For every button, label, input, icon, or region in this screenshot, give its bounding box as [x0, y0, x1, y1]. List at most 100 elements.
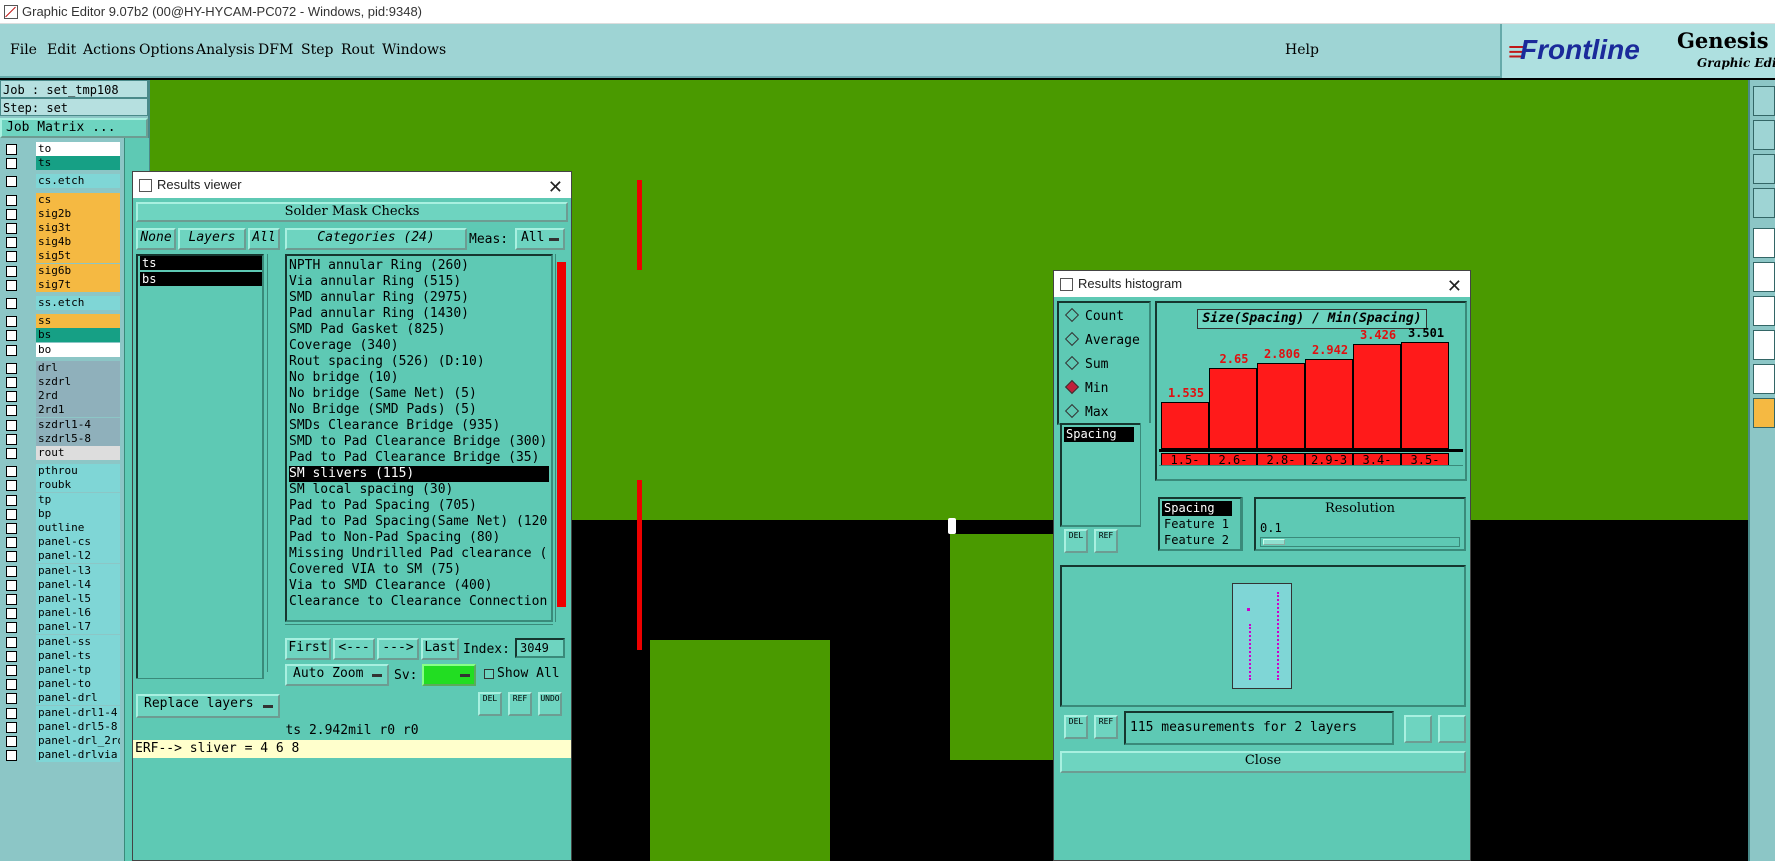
layer-checkbox[interactable]	[6, 508, 17, 520]
layer-row[interactable]: panel-cs	[2, 535, 120, 550]
layer-row[interactable]: sig5t	[2, 249, 120, 264]
layers-button[interactable]: Layers	[178, 228, 246, 250]
replace-layers-dropdown[interactable]: Replace layers	[136, 694, 280, 718]
layer-list-item[interactable]: ts	[140, 256, 262, 270]
measure-list-scrollbar[interactable]	[1140, 423, 1151, 527]
layer-checkbox[interactable]	[6, 494, 17, 506]
layer-row[interactable]: panel-l3	[2, 563, 120, 578]
layer-row[interactable]: sig7t	[2, 277, 120, 292]
categories-list[interactable]: NPTH annular Ring (260) Via annular Ring …	[285, 254, 553, 622]
mode-radio-average[interactable]: Average	[1064, 331, 1140, 348]
categories-scrollbar[interactable]	[555, 254, 568, 622]
layer-checkbox[interactable]	[6, 251, 17, 263]
layer-checkbox[interactable]	[6, 750, 17, 762]
layer-checkbox[interactable]	[6, 237, 17, 249]
layer-checkbox[interactable]	[6, 316, 17, 328]
layer-checkbox[interactable]	[6, 565, 17, 577]
layer-checkbox[interactable]	[6, 551, 17, 563]
none-button[interactable]: None	[136, 228, 176, 250]
histogram-bar[interactable]	[1161, 402, 1209, 449]
first-button[interactable]: First	[285, 638, 331, 660]
delete-icon[interactable]: DEL	[1064, 529, 1088, 553]
layers-scrollbar[interactable]	[267, 254, 280, 672]
menu-step[interactable]: Step	[301, 42, 333, 58]
layer-row[interactable]: 2rd1	[2, 403, 120, 418]
mode-radio-min[interactable]: Min	[1064, 379, 1108, 396]
layer-row[interactable]: panel-ts	[2, 648, 120, 663]
layers-list[interactable]: ts bs	[136, 254, 264, 684]
layer-row[interactable]: panel-ss	[2, 634, 120, 649]
layer-checkbox[interactable]	[6, 433, 17, 445]
category-item[interactable]: Pad to Pad Spacing(Same Net) (120)	[289, 514, 549, 530]
layer-row[interactable]: sig6b	[2, 263, 120, 278]
category-item[interactable]: SMD annular Ring (2975)	[289, 290, 549, 306]
histogram-bar[interactable]	[1209, 368, 1257, 449]
meas-dropdown[interactable]: All	[515, 228, 565, 250]
sv-color-dropdown[interactable]	[422, 664, 476, 686]
refresh-icon[interactable]: REF	[508, 692, 532, 716]
layer-row[interactable]: panel-drlvia	[2, 748, 120, 763]
show-all-checkbox[interactable]	[484, 669, 494, 679]
layer-checkbox[interactable]	[6, 344, 17, 356]
layer-row[interactable]: tp	[2, 492, 120, 507]
zoom-out-icon[interactable]	[1438, 715, 1466, 743]
category-item[interactable]: SMD Pad Gasket (825)	[289, 322, 549, 338]
category-item[interactable]: Pad to Non-Pad Spacing (80)	[289, 530, 549, 546]
category-item[interactable]: Rout spacing (526) (D:10)	[289, 354, 549, 370]
layer-row[interactable]: panel-tp	[2, 663, 120, 677]
layer-row[interactable]: panel-drl	[2, 691, 120, 706]
layer-checkbox[interactable]	[6, 298, 17, 309]
layer-checkbox[interactable]	[6, 466, 17, 478]
layer-row[interactable]: panel-l6	[2, 606, 120, 621]
layer-row[interactable]: rout	[2, 446, 120, 460]
tool-icon-4[interactable]	[1753, 188, 1775, 218]
menu-analysis[interactable]: Analysis	[196, 42, 255, 58]
category-item[interactable]: Via to SMD Clearance (400)	[289, 578, 549, 594]
menu-edit[interactable]: Edit	[47, 42, 76, 58]
measure-list[interactable]: Spacing	[1060, 423, 1146, 527]
category-item[interactable]: Pad to Pad Clearance Bridge (35)	[289, 450, 549, 466]
layer-row[interactable]: to	[2, 142, 120, 156]
layer-row[interactable]: szdrl5-8	[2, 431, 120, 446]
refresh-icon[interactable]: REF	[1094, 715, 1118, 739]
layer-checkbox[interactable]	[6, 144, 17, 155]
layer-checkbox[interactable]	[6, 194, 17, 206]
category-item[interactable]: NPTH annular Ring (260)	[289, 258, 549, 274]
category-item[interactable]: Coverage (340)	[289, 338, 549, 354]
close-button[interactable]: Close	[1060, 751, 1466, 773]
mode-radio-max[interactable]: Max	[1064, 403, 1108, 420]
layer-row[interactable]: panel-drl1-4	[2, 705, 120, 720]
chart-hscrollbar[interactable]	[1159, 465, 1463, 478]
layer-checkbox[interactable]	[6, 279, 17, 291]
layer-checkbox[interactable]	[6, 650, 17, 662]
layer-row[interactable]: panel-drl_2rd	[2, 734, 120, 748]
resolution-slider[interactable]	[1260, 537, 1460, 547]
tool-icon-8[interactable]	[1753, 330, 1775, 360]
layer-checkbox[interactable]	[6, 594, 17, 605]
layer-checkbox[interactable]	[6, 622, 17, 634]
layer-checkbox[interactable]	[6, 480, 17, 492]
categories-hscrollbar[interactable]	[285, 624, 553, 635]
layer-checkbox[interactable]	[6, 265, 17, 277]
layer-row[interactable]: ts	[2, 156, 120, 171]
layer-row[interactable]: ss.etch	[2, 296, 120, 310]
layer-checkbox[interactable]	[6, 223, 17, 234]
layer-row[interactable]: bp	[2, 506, 120, 521]
layer-checkbox[interactable]	[6, 405, 17, 417]
tool-icon-3[interactable]	[1753, 154, 1775, 184]
mode-radio-sum[interactable]: Sum	[1064, 355, 1108, 372]
histogram-bar[interactable]	[1305, 359, 1353, 449]
histogram-bar[interactable]	[1401, 342, 1449, 449]
layer-row[interactable]: bo	[2, 342, 120, 357]
layer-row[interactable]: panel-l2	[2, 549, 120, 564]
menu-help[interactable]: Help	[1285, 42, 1319, 58]
category-item[interactable]: Via annular Ring (515)	[289, 274, 549, 290]
layer-row[interactable]: roubk	[2, 478, 120, 493]
menu-options[interactable]: Options	[139, 42, 194, 58]
category-item[interactable]: No Bridge (SMD Pads) (5)	[289, 402, 549, 418]
layer-checkbox[interactable]	[6, 693, 17, 705]
layer-row[interactable]: sig2b	[2, 206, 120, 221]
layer-checkbox[interactable]	[6, 636, 17, 648]
category-item[interactable]: Missing Undrilled Pad clearance (	[289, 546, 549, 562]
tool-icon-7[interactable]	[1753, 296, 1775, 326]
